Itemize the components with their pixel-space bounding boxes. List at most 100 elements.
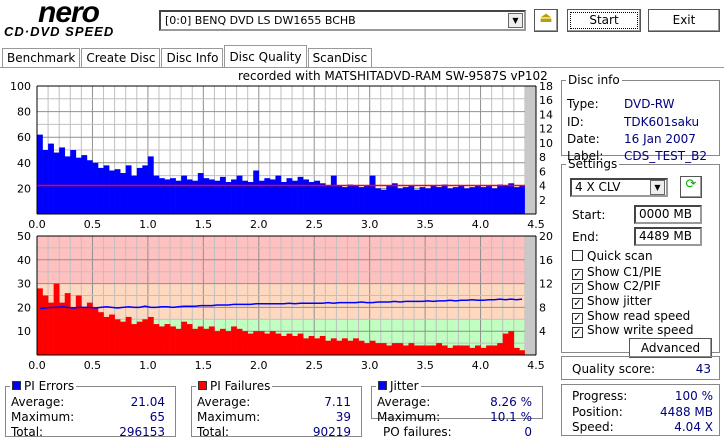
tab-disc-info[interactable]: Disc Info bbox=[161, 48, 224, 68]
legend-swatch bbox=[198, 381, 207, 390]
data-bar bbox=[519, 185, 526, 214]
date-label: Date: bbox=[567, 132, 600, 146]
x-tick-label: 4.5 bbox=[527, 359, 545, 370]
data-bar bbox=[142, 165, 149, 214]
total-label: Total: bbox=[197, 425, 230, 439]
data-bar bbox=[42, 150, 49, 214]
end-label: End: bbox=[572, 230, 599, 244]
speed-value: 4.04 X bbox=[674, 420, 713, 434]
eject-button[interactable]: ⏏ bbox=[534, 9, 558, 32]
checkbox[interactable] bbox=[572, 250, 583, 261]
checkbox-label: Show write speed bbox=[587, 323, 694, 337]
start-input[interactable]: 0000 MB bbox=[634, 205, 702, 224]
position-label: Position: bbox=[572, 405, 623, 419]
data-bar bbox=[136, 321, 143, 355]
y-tick-label: 50 bbox=[17, 230, 31, 243]
data-bar bbox=[153, 175, 160, 214]
data-bar bbox=[186, 324, 193, 355]
refresh-button[interactable]: ⟳ bbox=[680, 176, 702, 198]
data-bar bbox=[325, 185, 332, 214]
chevron-down-icon[interactable]: ▼ bbox=[508, 13, 523, 28]
checkbox-label: Show jitter bbox=[587, 294, 652, 308]
data-bar bbox=[353, 338, 359, 355]
checkbox-checked[interactable]: ✓ bbox=[572, 283, 583, 294]
x-tick-label: 3.5 bbox=[416, 359, 434, 370]
id-value: TDK601saku bbox=[624, 115, 700, 129]
id-label: ID: bbox=[567, 115, 584, 129]
data-bar bbox=[336, 185, 343, 214]
pi-failures-title-text: PI Failures bbox=[210, 379, 271, 393]
pi-failures-total: 90219 bbox=[312, 425, 351, 439]
pi-failures-group: PI Failures Average: 7.11 Maximum: 39 Tota… bbox=[191, 379, 362, 439]
quick-scan-checkbox[interactable]: Quick scan bbox=[572, 249, 724, 263]
drive-select[interactable]: [0:0] BENQ DVD LS DW1655 BCHB ▼ bbox=[159, 10, 526, 31]
y-tick-label: 80 bbox=[17, 106, 31, 119]
end-input[interactable]: 4489 MB bbox=[634, 227, 702, 246]
y-tick-label: 40 bbox=[17, 254, 31, 267]
x-tick-label: 3.0 bbox=[361, 359, 379, 370]
jitter-title-text: Jitter bbox=[390, 379, 419, 393]
data-bar bbox=[42, 295, 49, 355]
data-bar bbox=[502, 185, 509, 214]
data-bar bbox=[519, 350, 526, 355]
y2-tick-label: 16 bbox=[539, 254, 553, 267]
data-bar bbox=[308, 335, 315, 355]
speed-select[interactable]: 4 X CLV ▼ bbox=[570, 178, 668, 197]
average-label: Average: bbox=[11, 395, 65, 409]
data-bar bbox=[297, 333, 304, 355]
checkbox-label: Show read speed bbox=[587, 309, 691, 323]
x-tick-label: 4.0 bbox=[472, 218, 490, 231]
data-bar bbox=[303, 179, 309, 214]
chevron-down-icon[interactable]: ▼ bbox=[650, 180, 665, 195]
type-label: Type: bbox=[567, 97, 599, 111]
data-bar bbox=[264, 178, 271, 214]
data-bar bbox=[414, 345, 420, 355]
checkbox-checked[interactable]: ✓ bbox=[572, 327, 583, 338]
y2-tick-label: 10 bbox=[539, 137, 553, 150]
data-bar bbox=[70, 150, 77, 214]
data-bar bbox=[441, 184, 448, 214]
tab-create-disc[interactable]: Create Disc bbox=[81, 48, 161, 68]
data-bar bbox=[225, 331, 232, 355]
maximum-label: Maximum: bbox=[11, 410, 75, 424]
y2-tick-label: 18 bbox=[539, 80, 553, 93]
data-bar bbox=[286, 333, 293, 355]
data-bar bbox=[463, 188, 470, 214]
checkbox-checked[interactable]: ✓ bbox=[572, 298, 583, 309]
show-read-speed-checkbox[interactable]: ✓ Show read speed bbox=[572, 309, 724, 324]
quality-score-label: Quality score: bbox=[572, 362, 655, 376]
show-c2-pif-checkbox[interactable]: ✓ Show C2/PIF bbox=[572, 279, 724, 294]
unscanned-area bbox=[524, 236, 536, 355]
data-bar bbox=[86, 302, 93, 355]
exit-button[interactable]: Exit bbox=[648, 9, 720, 32]
start-button[interactable]: Start bbox=[567, 9, 641, 32]
data-bar bbox=[175, 328, 182, 355]
x-tick-label: 2.0 bbox=[250, 359, 268, 370]
advanced-button[interactable]: Advanced bbox=[629, 338, 712, 358]
show-c1-pie-checkbox[interactable]: ✓ Show C1/PIE bbox=[572, 265, 724, 280]
tab-benchmark[interactable]: Benchmark bbox=[2, 48, 81, 68]
y2-tick-label: 4 bbox=[539, 180, 546, 193]
show-jitter-checkbox[interactable]: ✓ Show jitter bbox=[572, 294, 724, 309]
data-bar bbox=[486, 345, 492, 355]
checkbox-label: Show C2/PIF bbox=[587, 279, 661, 293]
pi-errors-title-text: PI Errors bbox=[24, 379, 75, 393]
data-bar bbox=[486, 185, 492, 214]
speed-label: Speed: bbox=[572, 420, 614, 434]
tab-scandisc[interactable]: ScanDisc bbox=[307, 48, 373, 68]
data-bar bbox=[275, 333, 282, 355]
data-bar bbox=[109, 170, 115, 214]
data-bar bbox=[214, 331, 221, 355]
y-tick-label: 40 bbox=[17, 157, 31, 170]
data-bar bbox=[386, 345, 393, 355]
data-bar bbox=[269, 331, 276, 355]
tab-disc-quality[interactable]: Disc Quality bbox=[224, 45, 307, 68]
data-bar bbox=[59, 147, 66, 214]
data-bar bbox=[419, 345, 426, 355]
data-bar bbox=[231, 179, 237, 214]
pi-failures-title: PI Failures bbox=[196, 379, 272, 393]
show-write-speed-checkbox[interactable]: ✓ Show write speed bbox=[572, 323, 724, 338]
data-bar bbox=[120, 321, 127, 355]
data-bar bbox=[513, 347, 520, 355]
data-bar bbox=[247, 182, 254, 214]
